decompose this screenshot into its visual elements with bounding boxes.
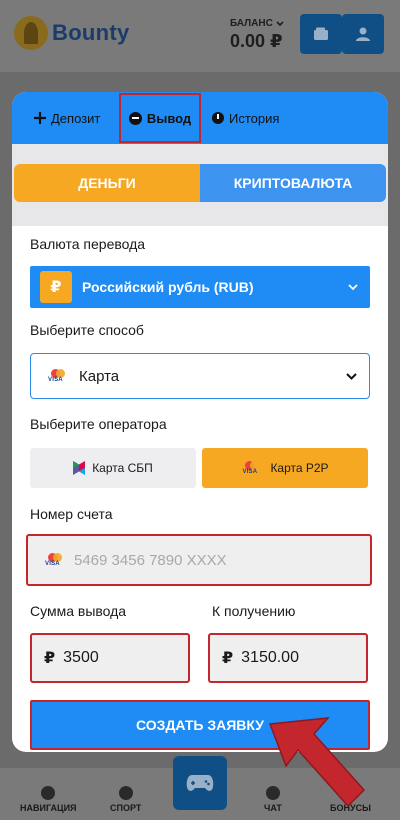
- withdraw-amount-label: Сумма вывода: [30, 603, 127, 619]
- receive-amount-field: ₽ 3150.00: [208, 633, 368, 683]
- mastercard-visa-icon: VISA: [241, 461, 263, 475]
- user-icon: [356, 27, 370, 41]
- payment-type-money[interactable]: ДЕНЬГИ: [14, 164, 200, 202]
- clock-icon: [212, 112, 224, 124]
- payment-type-crypto[interactable]: КРИПТОВАЛЮТА: [200, 164, 386, 202]
- nav-navigation-label: НАВИГАЦИЯ: [20, 803, 77, 813]
- wallet-icon: [314, 27, 328, 40]
- account-number-input[interactable]: VISA 5469 3456 7890 XXXX: [26, 534, 372, 586]
- currency-select[interactable]: ₽ Российский рубль (RUB): [30, 266, 370, 308]
- ball-icon: [118, 786, 133, 800]
- currency-label: Валюта перевода: [30, 236, 146, 252]
- ruble-icon: ₽: [40, 271, 72, 303]
- brand-name: Bounty: [52, 20, 130, 45]
- ruble-sign: ₽: [44, 650, 56, 667]
- mastercard-visa-icon: VISA: [44, 553, 66, 567]
- tab-withdraw[interactable]: Вывод: [119, 93, 201, 143]
- logo[interactable]: Bounty: [14, 16, 130, 50]
- sbp-icon: [73, 461, 86, 475]
- nav-navigation[interactable]: НАВИГАЦИЯ: [20, 786, 77, 813]
- nav-sport[interactable]: СПОРТ: [110, 786, 141, 813]
- pointer-arrow-icon: [268, 717, 366, 808]
- search-icon: [41, 786, 56, 800]
- operator-p2p-button[interactable]: VISA Карта P2P: [202, 448, 368, 488]
- chevron-down-icon: [276, 20, 284, 26]
- payment-type-switch: ДЕНЬГИ КРИПТОВАЛЮТА: [12, 144, 388, 226]
- withdraw-modal: Депозит Вывод История ДЕНЬГИ КРИПТОВАЛЮТ…: [12, 92, 388, 752]
- operator-label: Выберите оператора: [30, 416, 167, 432]
- withdraw-amount-input[interactable]: ₽ 3500: [30, 633, 190, 683]
- balance-widget[interactable]: БАЛАНС 0.00 ₽: [230, 18, 284, 52]
- operator-sbp-label: Карта СБП: [92, 461, 153, 475]
- wallet-button[interactable]: [300, 14, 342, 54]
- nav-sport-label: СПОРТ: [110, 803, 142, 813]
- withdraw-amount-value: 3500: [63, 649, 99, 666]
- balance-label: БАЛАНС: [230, 18, 273, 29]
- tab-history-label: История: [229, 110, 280, 126]
- currency-value: Российский рубль (RUB): [82, 279, 254, 295]
- chevron-down-icon: [346, 372, 357, 380]
- ruble-sign: ₽: [222, 650, 234, 667]
- palm-logo-icon: [14, 16, 48, 50]
- minus-circle-icon: [128, 111, 142, 125]
- operator-p2p-label: Карта P2P: [270, 461, 329, 475]
- method-label: Выберите способ: [30, 322, 144, 338]
- tab-deposit[interactable]: Депозит: [34, 92, 100, 144]
- method-value: Карта: [79, 367, 120, 385]
- profile-button[interactable]: [342, 14, 384, 54]
- chevron-down-icon: [348, 283, 358, 290]
- operator-sbp-button[interactable]: Карта СБП: [30, 448, 196, 488]
- receive-amount-value: 3150.00: [241, 649, 299, 666]
- balance-label-row: БАЛАНС: [230, 18, 284, 29]
- tab-history[interactable]: История: [212, 92, 279, 144]
- modal-tabs: Депозит Вывод История: [12, 92, 388, 144]
- app-header: Bounty БАЛАНС 0.00 ₽: [0, 0, 400, 72]
- account-label: Номер счета: [30, 506, 113, 522]
- method-select[interactable]: VISA Карта: [30, 353, 370, 399]
- gamepad-icon: [186, 775, 214, 791]
- tab-deposit-label: Депозит: [51, 110, 101, 126]
- balance-amount: 0.00 ₽: [230, 31, 283, 51]
- tab-withdraw-label: Вывод: [146, 110, 192, 126]
- games-button[interactable]: [173, 756, 227, 810]
- account-placeholder: 5469 3456 7890 XXXX: [74, 551, 227, 569]
- receive-label: К получению: [212, 603, 296, 619]
- mastercard-visa-icon: VISA: [47, 369, 69, 383]
- plus-icon: [34, 112, 46, 124]
